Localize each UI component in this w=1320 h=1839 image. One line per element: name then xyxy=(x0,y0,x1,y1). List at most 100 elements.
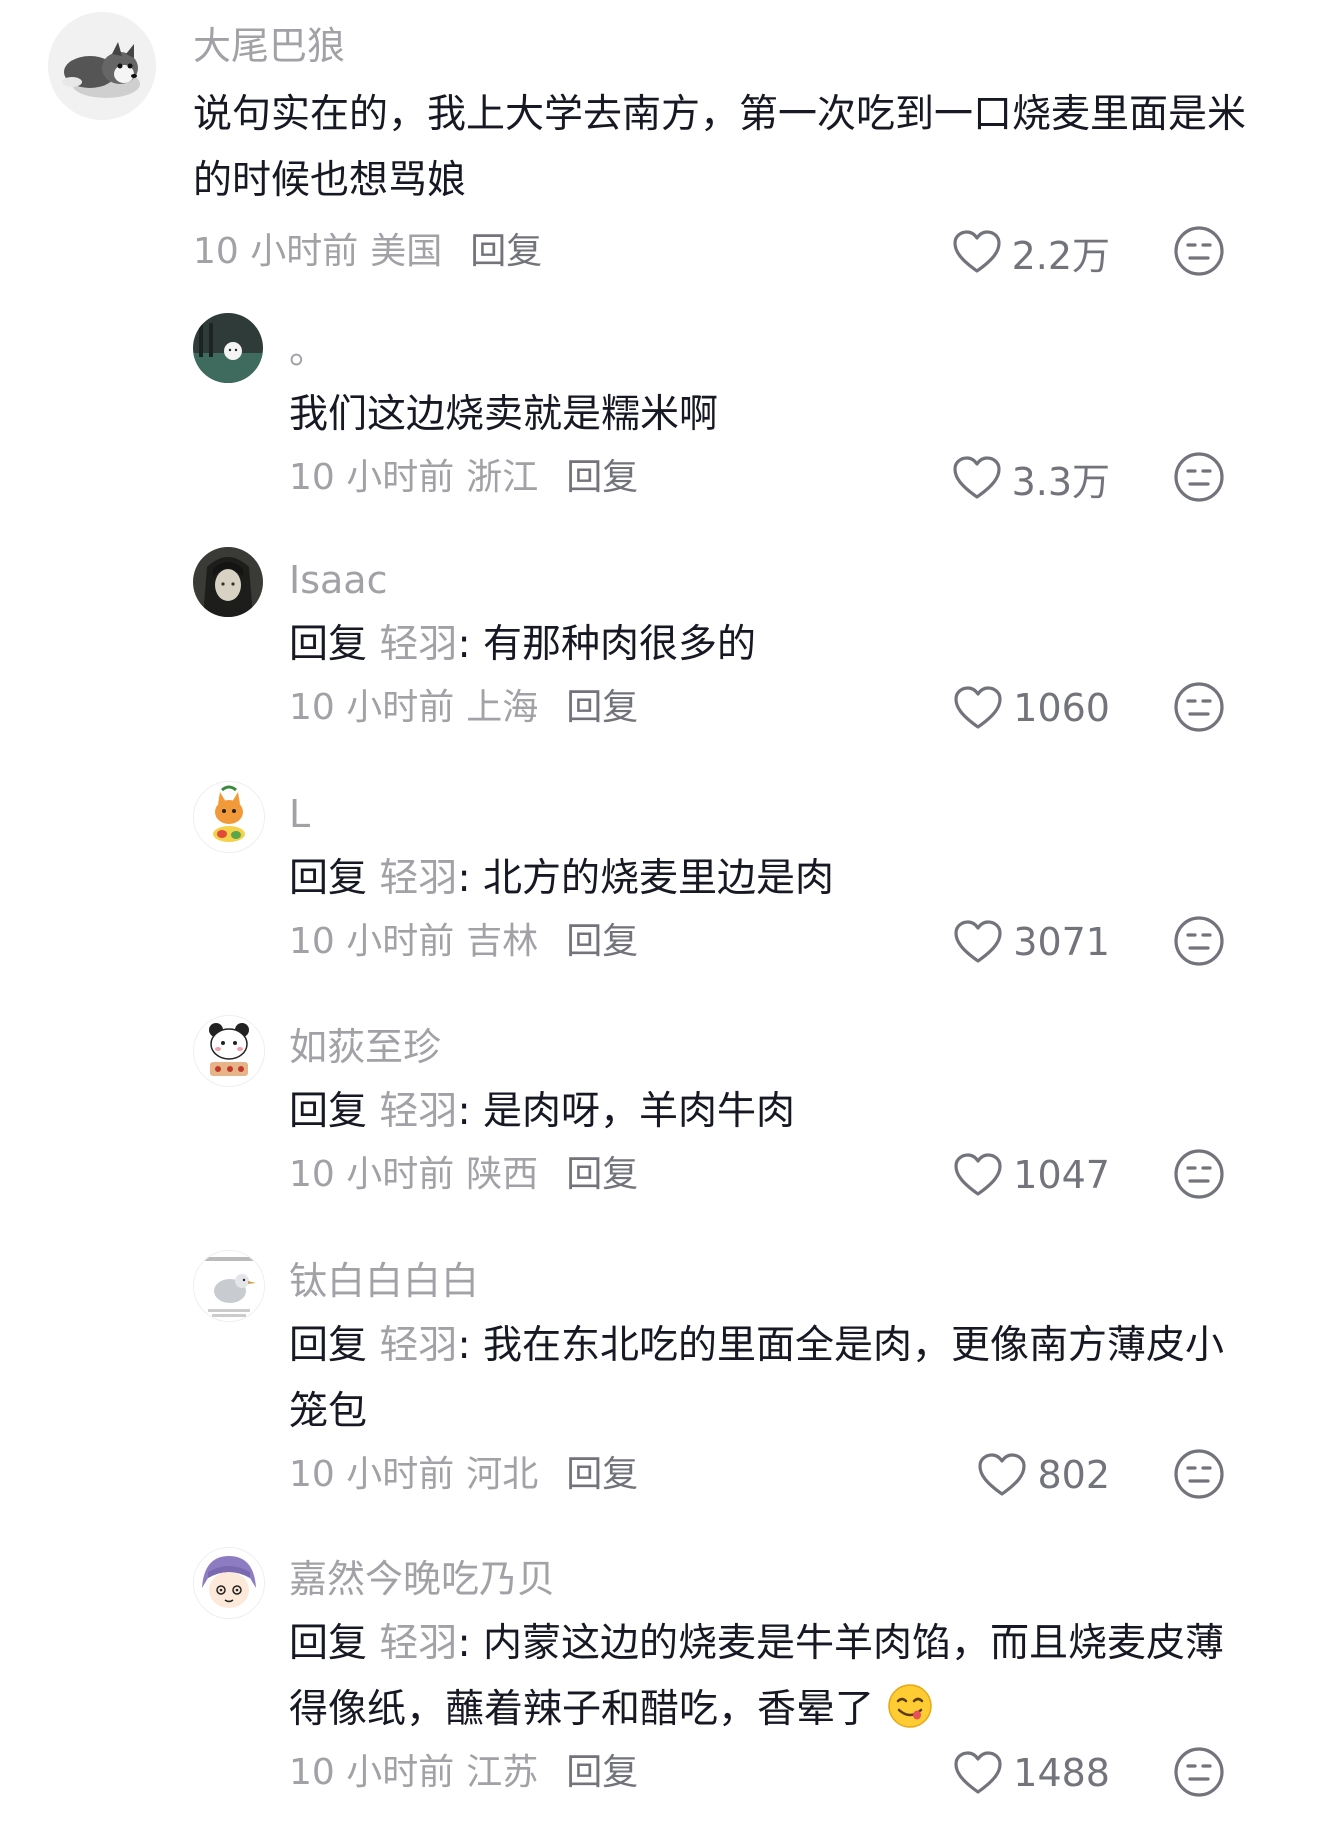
panda-sticker-avatar xyxy=(194,1016,264,1086)
comment-meta-row: 10 小时前 上海 回复 1060 xyxy=(289,678,1260,738)
like-count: 1488 xyxy=(1013,1751,1110,1795)
comment-location: 上海 xyxy=(466,687,539,728)
comment-meta-row: 10 小时前 美国 回复 2.2万 xyxy=(193,222,1260,282)
comment-body: 有那种肉很多的 xyxy=(482,622,756,667)
reply-button[interactable]: 回复 xyxy=(566,1154,638,1195)
like-button[interactable]: 1047 xyxy=(953,1147,1110,1203)
comment-username[interactable]: L xyxy=(289,790,1260,838)
like-count: 802 xyxy=(1037,1453,1110,1497)
reply-button[interactable]: 回复 xyxy=(566,1454,638,1495)
comment-time: 10 小时前 xyxy=(289,1154,455,1195)
comment-location: 陕西 xyxy=(466,1154,539,1195)
husky-plush-avatar xyxy=(48,12,156,120)
comment-username[interactable]: 。 xyxy=(289,326,1260,374)
comment-meta-row: 10 小时前 浙江 回复 3.3万 xyxy=(289,448,1260,508)
comment-meta: 10 小时前 江苏 回复 xyxy=(289,1751,638,1795)
comment-location: 美国 xyxy=(370,231,443,272)
comment-location: 河北 xyxy=(466,1454,539,1495)
reply-prefix: 回复 xyxy=(289,856,368,901)
dislike-button[interactable] xyxy=(1173,681,1225,733)
comment-time: 10 小时前 xyxy=(289,687,455,728)
like-count: 3071 xyxy=(1013,920,1110,964)
comment-text: 回复 轻羽: 是肉呀，羊肉牛肉 xyxy=(289,1079,1260,1145)
like-count: 3.3万 xyxy=(1011,459,1110,504)
comment-meta: 10 小时前 上海 回复 xyxy=(289,686,638,730)
reply-button[interactable]: 回复 xyxy=(566,1752,638,1793)
yum-face-emoji xyxy=(886,1682,934,1730)
reply-colon: : xyxy=(457,1323,471,1368)
heart-icon xyxy=(952,456,1001,499)
dark-room-avatar xyxy=(193,313,263,383)
like-count: 2.2万 xyxy=(1011,233,1110,278)
reply-colon: : xyxy=(457,1621,471,1666)
reply-target-user[interactable]: 轻羽 xyxy=(379,856,457,901)
reply-button[interactable]: 回复 xyxy=(566,457,638,498)
avatar[interactable] xyxy=(193,781,265,853)
reply-prefix: 回复 xyxy=(289,1621,368,1666)
comment-time: 10 小时前 xyxy=(289,457,455,498)
comment-time: 10 小时前 xyxy=(193,231,359,272)
dislike-button[interactable] xyxy=(1173,451,1225,503)
heart-icon xyxy=(952,230,1001,273)
neutral-face-icon xyxy=(1174,452,1224,502)
like-button[interactable]: 3.3万 xyxy=(952,450,1110,506)
like-button[interactable]: 2.2万 xyxy=(952,224,1110,280)
comment-body: 我们这边烧卖就是糯米啊 xyxy=(289,392,719,437)
avatar[interactable] xyxy=(193,1547,265,1619)
comment-body: 是肉呀，羊肉牛肉 xyxy=(482,1089,795,1134)
anime-girl-avatar xyxy=(193,547,263,617)
comment-username[interactable]: 大尾巴狼 xyxy=(193,22,1260,70)
comment-text: 回复 轻羽: 我在东北吃的里面全是肉，更像南方薄皮小笼包 xyxy=(289,1313,1260,1445)
comment-time: 10 小时前 xyxy=(289,1752,455,1793)
comment-text: 说句实在的，我上大学去南方，第一次吃到一口烧麦里面是米的时候也想骂娘 xyxy=(193,82,1260,214)
like-button[interactable]: 802 xyxy=(977,1447,1110,1503)
comment-meta: 10 小时前 河北 回复 xyxy=(289,1453,638,1497)
comment-location: 江苏 xyxy=(466,1752,539,1793)
reply-target-user[interactable]: 轻羽 xyxy=(379,1323,457,1368)
comment-text: 回复 轻羽: 内蒙这边的烧麦是牛羊肉馅，而且烧麦皮薄得像纸，蘸着辣子和醋吃，香晕… xyxy=(289,1611,1260,1743)
comment-meta-row: 10 小时前 江苏 回复 1488 xyxy=(289,1743,1260,1803)
comment-text: 我们这边烧卖就是糯米啊 xyxy=(289,382,1260,448)
comment-username[interactable]: Isaac xyxy=(289,556,1260,604)
comment-username[interactable]: 如荻至珍 xyxy=(289,1023,1260,1071)
dislike-button[interactable] xyxy=(1173,1746,1225,1798)
reply-button[interactable]: 回复 xyxy=(470,231,542,272)
comment-text: 回复 轻羽: 北方的烧麦里边是肉 xyxy=(289,846,1260,912)
like-button[interactable]: 3071 xyxy=(953,914,1110,970)
avatar[interactable] xyxy=(193,1015,265,1087)
reply-prefix: 回复 xyxy=(289,622,368,667)
comment-username[interactable]: 钛白白白白 xyxy=(289,1257,1260,1305)
heart-icon xyxy=(954,686,1002,729)
cartoon-girl-avatar xyxy=(194,1548,264,1618)
neutral-face-icon xyxy=(1174,226,1224,276)
reply-button[interactable]: 回复 xyxy=(566,687,638,728)
dislike-button[interactable] xyxy=(1173,1448,1225,1500)
reply-colon: : xyxy=(457,1089,471,1134)
reply-button[interactable]: 回复 xyxy=(566,921,638,962)
reply-colon: : xyxy=(457,856,471,901)
comment-meta: 10 小时前 浙江 回复 xyxy=(289,456,638,500)
avatar[interactable] xyxy=(193,547,263,617)
like-button[interactable]: 1060 xyxy=(953,680,1110,736)
neutral-face-icon xyxy=(1174,1747,1224,1797)
orange-cat-avatar xyxy=(194,782,264,852)
avatar[interactable] xyxy=(193,313,263,383)
comment-meta-row: 10 小时前 河北 回复 802 xyxy=(289,1445,1260,1505)
dislike-button[interactable] xyxy=(1173,915,1225,967)
comment-text: 回复 轻羽: 有那种肉很多的 xyxy=(289,612,1260,678)
comment-location: 吉林 xyxy=(466,921,539,962)
like-button[interactable]: 1488 xyxy=(953,1745,1110,1801)
neutral-face-icon xyxy=(1174,916,1224,966)
reply-target-user[interactable]: 轻羽 xyxy=(379,622,457,667)
avatar[interactable] xyxy=(48,12,156,120)
comment-meta-row: 10 小时前 陕西 回复 1047 xyxy=(289,1145,1260,1205)
comment-username[interactable]: 嘉然今晚吃乃贝 xyxy=(289,1555,1260,1603)
reply-target-user[interactable]: 轻羽 xyxy=(379,1621,457,1666)
reply-target-user[interactable]: 轻羽 xyxy=(379,1089,457,1134)
dislike-button[interactable] xyxy=(1173,1148,1225,1200)
like-count: 1047 xyxy=(1013,1153,1110,1197)
dislike-button[interactable] xyxy=(1173,225,1225,277)
neutral-face-icon xyxy=(1174,1149,1224,1199)
comment-time: 10 小时前 xyxy=(289,1454,455,1495)
avatar[interactable] xyxy=(193,1250,265,1322)
